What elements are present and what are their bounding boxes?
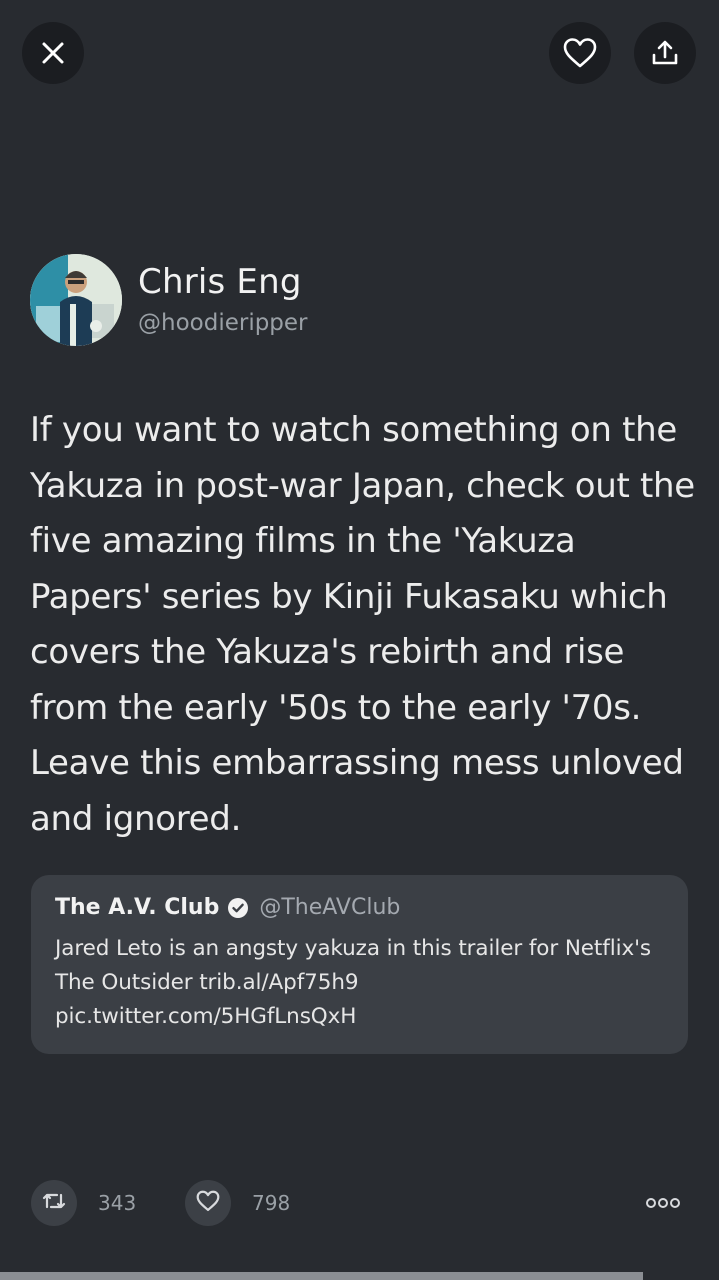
author-display-name: Chris Eng xyxy=(138,262,302,302)
tweet-actions: 343 798 xyxy=(31,1180,691,1226)
more-dots-icon xyxy=(645,1194,681,1213)
like-button[interactable] xyxy=(185,1180,231,1226)
like-button-top[interactable] xyxy=(549,22,611,84)
quoted-tweet-text: Jared Leto is an angsty yakuza in this t… xyxy=(55,936,652,1029)
author-handle: @hoodieripper xyxy=(138,310,308,336)
avatar[interactable] xyxy=(30,254,122,346)
heart-icon xyxy=(563,37,597,69)
like-count: 798 xyxy=(252,1191,291,1215)
retweet-button[interactable] xyxy=(31,1180,77,1226)
home-indicator-bar xyxy=(0,1272,643,1280)
tweet-text: If you want to watch something on the Ya… xyxy=(30,410,695,839)
verified-badge-icon xyxy=(227,897,249,919)
retweet-icon xyxy=(42,1191,66,1215)
share-icon xyxy=(650,38,680,68)
quoted-author-name: The A.V. Club xyxy=(55,895,220,920)
more-options-button[interactable] xyxy=(643,1190,683,1216)
retweet-count: 343 xyxy=(98,1191,137,1215)
quoted-tweet[interactable]: The A.V. Club @TheAVClub Jared Leto is a… xyxy=(31,875,688,1054)
close-button[interactable] xyxy=(22,22,84,84)
heart-icon xyxy=(196,1190,220,1216)
tweet-author[interactable]: Chris Eng @hoodieripper xyxy=(30,254,308,346)
close-icon xyxy=(39,39,67,67)
quoted-author-handle: @TheAVClub xyxy=(259,895,401,920)
share-button[interactable] xyxy=(634,22,696,84)
